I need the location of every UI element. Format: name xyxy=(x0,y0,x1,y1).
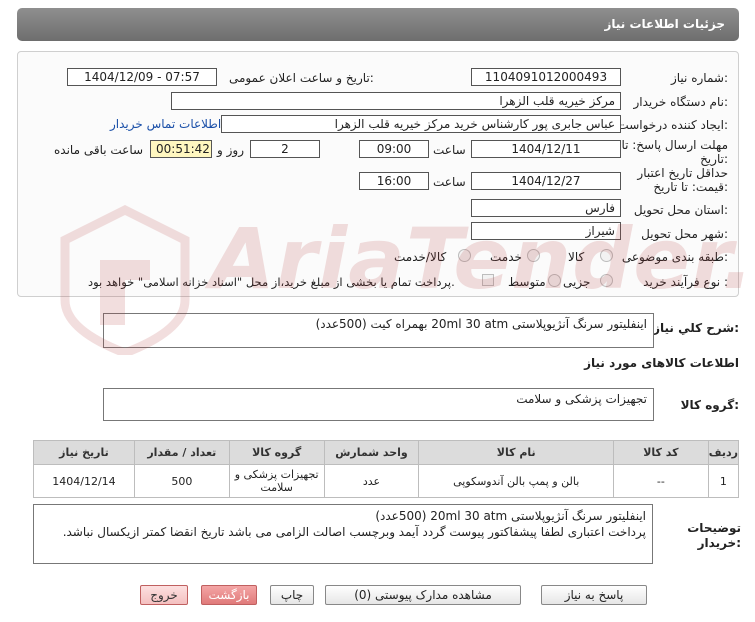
process-type-label: نوع فرآیند خرید : xyxy=(643,275,728,289)
col-unit: واحد شمارش xyxy=(323,440,420,465)
buyer-org-label: نام دستگاه خریدار: xyxy=(633,95,729,109)
need-summary-box: اینفلیتور سرنگ آنژیوپلاستی 20ml 30 atm ب… xyxy=(103,313,654,348)
view-attachments-button[interactable]: مشاهده مدارک پیوستی (0) xyxy=(325,585,521,605)
category-goods-service-radio[interactable] xyxy=(458,249,471,262)
category-goods-service-label: کالا/خدمت xyxy=(394,250,447,264)
remaining-time-field: 00:51:42 xyxy=(150,140,212,158)
days-label: روز و xyxy=(217,143,244,157)
category-goods-radio[interactable] xyxy=(600,249,613,262)
print-button[interactable]: چاپ xyxy=(270,585,314,605)
category-label: طبقه بندی موضوعی: xyxy=(621,250,728,264)
category-service-label: خدمت xyxy=(490,250,522,264)
goods-group-label: گروه کالا: xyxy=(680,398,739,412)
reply-button[interactable]: پاسخ به نیاز xyxy=(541,585,647,605)
process-minor-label: جزیی xyxy=(563,275,591,289)
cell-unit: عدد xyxy=(323,464,420,498)
page-title: جزئیات اطلاعات نیاز xyxy=(604,17,725,31)
goods-group-box: تجهیزات پزشکی و سلامت xyxy=(103,388,654,421)
col-name: نام کالا xyxy=(418,440,614,465)
cell-name: بالن و پمپ بالن آندوسکوپی xyxy=(418,464,614,498)
buyer-contact-link[interactable]: اطلاعات تماس خریدار xyxy=(110,117,221,131)
announce-label: تاریخ و ساعت اعلان عمومی: xyxy=(229,71,374,85)
deadline-label-2: تاریخ: xyxy=(700,152,728,166)
announce-field: 1404/12/09 - 07:57 xyxy=(67,68,217,86)
validity-time-label: ساعت xyxy=(433,175,466,189)
buyer-notes-line-1: اینفلیتور سرنگ آنژیوپلاستی 20ml 30 atm (… xyxy=(375,509,646,523)
days-field: 2 xyxy=(250,140,320,158)
cell-date: 1404/12/14 xyxy=(33,464,135,498)
category-goods-label: کالا xyxy=(568,250,585,264)
category-service-radio[interactable] xyxy=(527,249,540,262)
deadline-label: مهلت ارسال پاسخ: تا xyxy=(621,138,728,152)
need-summary-label: شرح كلي نياز: xyxy=(653,321,739,335)
creator-field: عباس جابری پور کارشناس خرید مرکز خیریه ق… xyxy=(221,115,621,133)
province-field: فارس xyxy=(471,199,621,217)
col-group: گروه کالا xyxy=(228,440,325,465)
need-number-label: شماره نیاز: xyxy=(670,71,728,85)
process-minor-radio[interactable] xyxy=(600,274,613,287)
cell-row: 1 xyxy=(707,464,740,498)
deadline-date-field: 1404/12/11 xyxy=(471,140,621,158)
back-button[interactable]: بازگشت xyxy=(201,585,257,605)
creator-label: ایجاد کننده درخواست: xyxy=(617,118,728,132)
buyer-notes-label-2: خریدار: xyxy=(697,536,741,550)
buyer-org-field: مرکز خیریه قلب الزهرا xyxy=(171,92,621,110)
exit-button[interactable]: خروج xyxy=(140,585,188,605)
goods-group-text: تجهیزات پزشکی و سلامت xyxy=(516,392,647,406)
validity-date-field: 1404/12/27 xyxy=(471,172,621,190)
validity-label: حداقل تاریخ اعتبار xyxy=(637,166,728,180)
col-code: کد کالا xyxy=(613,440,709,465)
buyer-notes-box: اینفلیتور سرنگ آنژیوپلاستی 20ml 30 atm (… xyxy=(33,504,653,564)
cell-qty: 500 xyxy=(133,464,230,498)
treasury-payment-note: پرداخت تمام یا بخشی از مبلغ خرید،از محل … xyxy=(88,275,455,289)
buyer-notes-line-2: پرداخت اعتباری لطفا پیشفاکتور پیوست گردد… xyxy=(62,525,646,539)
need-number-field: 1104091012000493 xyxy=(471,68,621,86)
city-field: شیراز xyxy=(471,222,621,240)
col-row: ردیف xyxy=(707,440,740,465)
goods-table: ردیف کد کالا نام کالا واحد شمارش گروه کا… xyxy=(33,440,740,498)
goods-section-title: اطلاعات کالاهای مورد نیاز xyxy=(584,356,739,370)
deadline-time-label: ساعت xyxy=(433,143,466,157)
province-label: استان محل تحویل: xyxy=(633,203,728,217)
col-date: تاریخ نیاز xyxy=(33,440,135,465)
goods-table-header: ردیف کد کالا نام کالا واحد شمارش گروه کا… xyxy=(33,440,740,465)
cell-code: -- xyxy=(613,464,709,498)
remaining-time-label: ساعت باقی مانده xyxy=(54,143,144,157)
need-summary-text: اینفلیتور سرنگ آنژیوپلاستی 20ml 30 atm ب… xyxy=(315,317,647,331)
deadline-time-field: 09:00 xyxy=(359,140,429,158)
treasury-payment-checkbox[interactable] xyxy=(482,274,494,286)
col-qty: تعداد / مقدار xyxy=(133,440,230,465)
cell-group: تجهیزات پزشکی و سلامت xyxy=(228,464,325,498)
page-header: جزئیات اطلاعات نیاز xyxy=(17,8,739,41)
validity-time-field: 16:00 xyxy=(359,172,429,190)
process-medium-radio[interactable] xyxy=(548,274,561,287)
process-medium-label: متوسط xyxy=(508,275,546,289)
buyer-notes-label-1: توضیحات xyxy=(687,521,741,535)
city-label: شهر محل تحویل: xyxy=(641,227,728,241)
validity-label-2: قیمت: تا تاریخ: xyxy=(653,180,728,194)
table-row: 1 -- بالن و پمپ بالن آندوسکوپی عدد تجهیز… xyxy=(33,464,740,498)
